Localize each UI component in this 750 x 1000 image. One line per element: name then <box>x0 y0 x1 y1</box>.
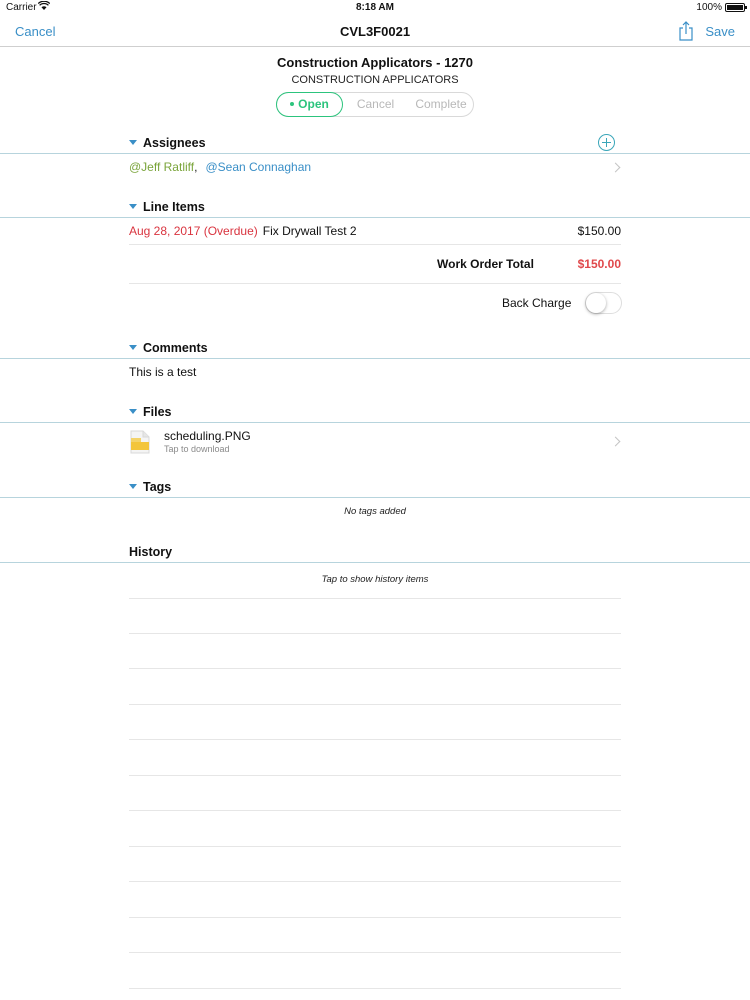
history-hint[interactable]: Tap to show history items <box>0 574 750 585</box>
file-name[interactable]: scheduling.PNG <box>164 429 251 443</box>
assignee-separator: , <box>194 160 198 174</box>
comments-header-label: Comments <box>143 341 208 355</box>
work-order-total-value: $150.00 <box>577 257 621 271</box>
section-divider <box>0 358 750 359</box>
history-row-line <box>129 668 621 669</box>
status-segmented-control: Open Cancel Complete <box>276 92 474 117</box>
selected-dot-icon <box>290 101 295 106</box>
order-title: Construction Applicators - 1270 <box>277 55 473 70</box>
comment-text[interactable]: This is a test <box>129 365 196 379</box>
collapse-triangle-icon <box>129 409 137 414</box>
assignees-header-label: Assignees <box>143 136 206 150</box>
tags-header-label: Tags <box>143 480 172 494</box>
line-item-due-date: Aug 28, 2017 (Overdue) <box>129 224 258 238</box>
files-header-label: Files <box>143 405 172 419</box>
no-tags-message: No tags added <box>344 506 406 517</box>
work-order-total-label: Work Order Total <box>437 257 534 271</box>
section-divider <box>0 153 750 154</box>
image-file-icon <box>130 430 150 454</box>
assignees-row[interactable]: @Jeff Ratliff, @Sean Connaghan <box>129 160 311 174</box>
add-assignee-icon[interactable] <box>598 134 615 151</box>
section-divider <box>0 497 750 498</box>
navigation-bar: Cancel CVL3F0021 Save <box>0 16 750 47</box>
history-header: History <box>129 545 173 559</box>
collapse-triangle-icon <box>129 484 137 489</box>
line-item-description: Fix Drywall Test 2 <box>262 224 357 238</box>
collapse-triangle-icon <box>129 345 137 350</box>
line-items-section-header[interactable]: Line Items <box>129 200 205 214</box>
history-row-line <box>129 881 621 882</box>
status-cancel-segment[interactable]: Cancel <box>347 93 404 116</box>
share-icon[interactable] <box>678 21 694 41</box>
history-row-line <box>129 775 621 776</box>
comments-section-header[interactable]: Comments <box>129 341 208 355</box>
status-complete-segment[interactable]: Complete <box>407 93 475 116</box>
battery-icon <box>725 3 747 12</box>
status-time: 8:18 AM <box>356 2 394 13</box>
history-row-line <box>129 917 621 918</box>
line-item-amount: $150.00 <box>577 224 621 238</box>
save-button[interactable]: Save <box>705 24 735 39</box>
back-charge-toggle[interactable] <box>585 292 622 314</box>
status-bar: Carrier 8:18 AM 100% <box>0 0 750 16</box>
section-divider <box>0 217 750 218</box>
file-download-hint: Tap to download <box>164 444 230 454</box>
section-divider <box>0 422 750 423</box>
history-row-line <box>129 739 621 740</box>
assignees-section-header[interactable]: Assignees <box>129 136 206 150</box>
back-charge-label: Back Charge <box>502 296 572 310</box>
history-row-line <box>129 810 621 811</box>
files-section-header[interactable]: Files <box>129 405 172 419</box>
collapse-triangle-icon <box>129 204 137 209</box>
history-row-line <box>129 704 621 705</box>
battery-percent: 100% <box>696 2 722 13</box>
history-row-line <box>129 988 621 989</box>
order-company: CONSTRUCTION APPLICATORS <box>291 74 459 86</box>
chevron-right-icon[interactable] <box>610 436 621 447</box>
section-divider <box>0 562 750 563</box>
tags-section-header[interactable]: Tags <box>129 480 171 494</box>
history-row-line <box>129 598 621 599</box>
collapse-triangle-icon <box>129 140 137 145</box>
row-separator <box>129 244 621 245</box>
history-row-line <box>129 846 621 847</box>
assignee-sean-connaghan[interactable]: @Sean Connaghan <box>205 160 311 174</box>
line-item-row[interactable]: Aug 28, 2017 (Overdue) Fix Drywall Test 2… <box>129 224 621 238</box>
history-row-line <box>129 952 621 953</box>
row-separator <box>129 283 621 284</box>
history-row-line <box>129 633 621 634</box>
status-open-label: Open <box>298 97 329 111</box>
status-open-segment[interactable]: Open <box>276 92 343 117</box>
chevron-right-icon[interactable] <box>610 162 621 173</box>
line-items-header-label: Line Items <box>143 200 205 214</box>
assignee-jeff-ratliff[interactable]: @Jeff Ratliff <box>129 160 194 174</box>
work-order-number: CVL3F0021 <box>339 24 411 39</box>
